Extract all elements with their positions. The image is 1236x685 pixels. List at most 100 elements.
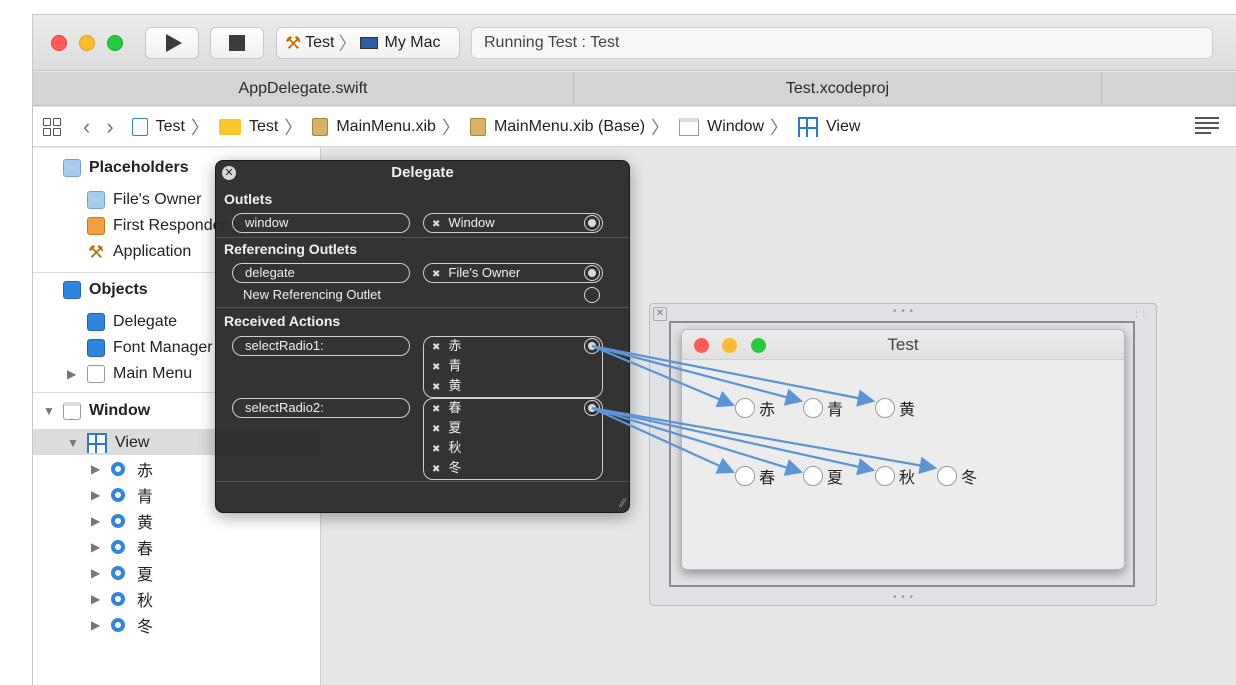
outline-radio-5[interactable]: ▶ 夏 bbox=[91, 561, 153, 585]
disconnect-icon[interactable]: ✖ bbox=[432, 444, 440, 455]
chevron-right-icon: 〉 bbox=[770, 117, 789, 138]
crumb-project[interactable]: Test 〉 bbox=[131, 114, 209, 140]
outline-delegate[interactable]: Delegate bbox=[87, 310, 177, 334]
scheme-selector[interactable]: ⚒ Test 〉 My Mac bbox=[276, 27, 460, 59]
disclosure-right-icon[interactable]: ▶ bbox=[91, 514, 105, 528]
scheme-device: My Mac bbox=[384, 34, 441, 51]
disclosure-right-icon[interactable]: ▶ bbox=[67, 367, 81, 381]
outlet-window-pill[interactable]: window bbox=[232, 213, 410, 233]
outlets-header: Outlets bbox=[224, 191, 273, 207]
outline-radio-4[interactable]: ▶ 春 bbox=[91, 535, 153, 559]
outline-files-owner[interactable]: File's Owner bbox=[87, 188, 201, 212]
crumb-folder[interactable]: Test 〉 bbox=[219, 114, 302, 140]
new-referencing-outlet[interactable]: New Referencing Outlet bbox=[243, 287, 381, 302]
disconnect-icon[interactable]: ✖ bbox=[432, 382, 440, 393]
disclosure-right-icon[interactable]: ▶ bbox=[91, 540, 105, 554]
outline-radio-6[interactable]: ▶ 秋 bbox=[91, 587, 153, 611]
crumb-xib-base[interactable]: MainMenu.xib (Base) 〉 bbox=[469, 114, 670, 140]
resize-handle-corner[interactable]: : : bbox=[1135, 309, 1146, 320]
radio-circle bbox=[735, 466, 755, 486]
view-icon bbox=[798, 116, 819, 137]
radio-circle bbox=[803, 466, 823, 486]
ref-delegate-pill[interactable]: delegate bbox=[232, 263, 410, 283]
preview-window[interactable]: Test bbox=[681, 329, 1125, 570]
action-selectradio1-pill[interactable]: selectRadio1: bbox=[232, 336, 410, 356]
disconnect-icon[interactable]: ✖ bbox=[432, 219, 440, 230]
outline-application[interactable]: ⚒ Application bbox=[87, 240, 191, 264]
connection-dot[interactable] bbox=[584, 215, 600, 231]
chevron-right-icon: 〉 bbox=[651, 117, 670, 138]
connection-dot[interactable] bbox=[584, 265, 600, 281]
close-window-button[interactable] bbox=[51, 35, 67, 51]
target-label: 赤 bbox=[448, 338, 462, 353]
new-connection-dot[interactable] bbox=[584, 287, 600, 303]
disclosure-right-icon[interactable]: ▶ bbox=[91, 566, 105, 580]
back-arrow-icon[interactable]: ‹ bbox=[83, 114, 90, 140]
tab-bar: AppDelegate.swift Test.xcodeproj bbox=[33, 72, 1236, 106]
forward-arrow-icon[interactable]: › bbox=[106, 114, 113, 140]
disclosure-down-icon[interactable]: ▼ bbox=[67, 436, 81, 450]
outline-first-responder[interactable]: First Responder bbox=[87, 214, 227, 238]
crumb-window[interactable]: Window 〉 bbox=[679, 114, 788, 140]
disclosure-right-icon[interactable]: ▶ bbox=[91, 592, 105, 606]
preview-radio-ao[interactable]: 青 bbox=[803, 396, 843, 420]
outline-radio-2[interactable]: ▶ 青 bbox=[91, 483, 153, 507]
close-icon[interactable]: ✕ bbox=[653, 307, 667, 321]
item-label: File's Owner bbox=[113, 191, 202, 208]
disconnect-icon[interactable]: ✖ bbox=[432, 269, 440, 280]
tab-empty[interactable] bbox=[1102, 72, 1236, 106]
play-icon bbox=[166, 34, 182, 52]
related-items-icon[interactable] bbox=[43, 117, 61, 136]
tab-xcodeproj[interactable]: Test.xcodeproj bbox=[574, 72, 1102, 106]
disconnect-icon[interactable]: ✖ bbox=[432, 464, 440, 475]
disconnect-icon[interactable]: ✖ bbox=[432, 342, 440, 353]
radio-button-icon bbox=[111, 462, 125, 476]
divider bbox=[216, 307, 629, 308]
crumb-xib[interactable]: MainMenu.xib 〉 bbox=[312, 114, 460, 140]
outline-view[interactable]: ▼ View bbox=[67, 431, 149, 455]
target-label: 冬 bbox=[448, 460, 462, 475]
outline-font-manager[interactable]: Font Manager bbox=[87, 336, 213, 360]
outline-radio-7[interactable]: ▶ 冬 bbox=[91, 613, 153, 637]
section-label: Placeholders bbox=[89, 159, 189, 176]
preview-radio-ki[interactable]: 黄 bbox=[875, 396, 915, 420]
disclosure-right-icon[interactable]: ▶ bbox=[91, 488, 105, 502]
preview-radio-aka[interactable]: 赤 bbox=[735, 396, 775, 420]
action-selectradio1-targets[interactable]: ✖ 赤 ✖ 青 ✖ 黄 bbox=[423, 336, 603, 398]
stop-button[interactable] bbox=[210, 27, 264, 59]
action-selectradio2-targets[interactable]: ✖ 春 ✖ 夏 ✖ 秋 ✖ 冬 bbox=[423, 398, 603, 480]
zoom-window-button[interactable] bbox=[107, 35, 123, 51]
tab-appdelegate[interactable]: AppDelegate.swift bbox=[33, 72, 574, 106]
action-selectradio2-pill[interactable]: selectRadio2: bbox=[232, 398, 410, 418]
target-label: 黄 bbox=[448, 378, 462, 393]
resize-handle-top[interactable]: • • • bbox=[893, 306, 914, 317]
outline-radio-1[interactable]: ▶ 赤 bbox=[91, 457, 153, 481]
crumb-view[interactable]: View bbox=[798, 116, 860, 137]
divider bbox=[216, 237, 629, 238]
outline-main-menu[interactable]: ▶ Main Menu bbox=[67, 362, 192, 386]
resize-grip-icon[interactable]: ⁄⁄ bbox=[621, 496, 625, 510]
preview-radio-natsu[interactable]: 夏 bbox=[803, 464, 843, 488]
preview-radio-fuyu[interactable]: 冬 bbox=[937, 464, 977, 488]
ref-delegate-target[interactable]: ✖ File's Owner bbox=[423, 263, 603, 283]
connection-dot[interactable] bbox=[584, 338, 600, 354]
disclosure-right-icon[interactable]: ▶ bbox=[91, 462, 105, 476]
resize-handle-bottom[interactable]: • • • bbox=[893, 592, 914, 603]
outlet-window-target[interactable]: ✖ Window bbox=[423, 213, 603, 233]
preview-radio-haru[interactable]: 春 bbox=[735, 464, 775, 488]
outline-radio-3[interactable]: ▶ 黄 bbox=[91, 509, 153, 533]
outline-window[interactable]: ▼ Window bbox=[43, 399, 150, 423]
disclosure-right-icon[interactable]: ▶ bbox=[91, 618, 105, 632]
connections-hud[interactable]: ✕ Delegate Outlets window ✖ Window Refere… bbox=[215, 160, 630, 513]
minimize-window-button[interactable] bbox=[79, 35, 95, 51]
disconnect-icon[interactable]: ✖ bbox=[432, 404, 440, 415]
run-button[interactable] bbox=[145, 27, 199, 59]
editor-options-icon[interactable] bbox=[1195, 117, 1219, 135]
disclosure-down-icon[interactable]: ▼ bbox=[43, 404, 57, 418]
disconnect-icon[interactable]: ✖ bbox=[432, 362, 440, 373]
item-label: 春 bbox=[137, 541, 154, 558]
chevron-right-icon: 〉 bbox=[284, 117, 303, 138]
disconnect-icon[interactable]: ✖ bbox=[432, 424, 440, 435]
preview-radio-aki[interactable]: 秋 bbox=[875, 464, 915, 488]
connection-dot[interactable] bbox=[584, 400, 600, 416]
